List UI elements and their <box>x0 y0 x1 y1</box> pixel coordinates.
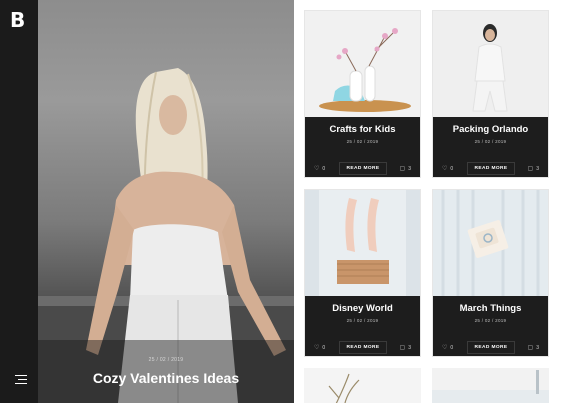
comment-icon: ▢ <box>399 166 406 172</box>
post-date: 25 / 02 / 2019 <box>474 318 507 323</box>
heart-icon: ♡ <box>442 166 448 172</box>
post-thumbnail <box>328 373 360 403</box>
comments-value: 3 <box>408 345 411 351</box>
post-title[interactable]: Packing Orlando <box>433 124 548 135</box>
featured-post[interactable]: 25 / 02 / 2019 Cozy Valentines Ideas <box>38 0 294 403</box>
heart-icon: ♡ <box>314 345 320 351</box>
comment-icon: ▢ <box>527 345 534 351</box>
post-title[interactable]: Crafts for Kids <box>305 124 420 135</box>
post-thumbnail <box>305 11 420 117</box>
likes-count[interactable]: ♡ 0 <box>314 345 325 351</box>
post-card-partial[interactable] <box>432 368 549 403</box>
post-title[interactable]: March Things <box>433 303 548 314</box>
post-thumbnail <box>432 370 549 403</box>
post-date: 25 / 02 / 2019 <box>474 139 507 144</box>
sidebar: B <box>0 0 38 403</box>
site-logo[interactable]: B <box>10 9 25 31</box>
heart-icon: ♡ <box>442 345 448 351</box>
likes-count[interactable]: ♡ 0 <box>314 166 325 172</box>
featured-post-image <box>38 68 294 403</box>
comments-count[interactable]: ▢ 3 <box>400 345 411 351</box>
post-card[interactable]: March Things 25 / 02 / 2019 ♡ 0 READ MORE… <box>432 189 549 357</box>
post-title[interactable]: Disney World <box>305 303 420 314</box>
featured-post-title[interactable]: Cozy Valentines Ideas <box>38 370 294 386</box>
likes-count[interactable]: ♡ 0 <box>442 166 453 172</box>
featured-post-date: 25 / 02 / 2019 <box>148 357 184 363</box>
comments-count[interactable]: ▢ 3 <box>400 166 411 172</box>
post-card[interactable]: Disney World 25 / 02 / 2019 ♡ 0 READ MORE… <box>304 189 421 357</box>
comments-value: 3 <box>408 166 411 172</box>
likes-value: 0 <box>450 345 454 351</box>
post-thumbnail <box>305 190 420 296</box>
read-more-button[interactable]: READ MORE <box>467 162 515 175</box>
post-thumbnail <box>433 190 548 296</box>
comments-count[interactable]: ▢ 3 <box>528 166 539 172</box>
read-more-button[interactable]: READ MORE <box>339 162 387 175</box>
likes-count[interactable]: ♡ 0 <box>442 345 453 351</box>
likes-value: 0 <box>450 166 454 172</box>
heart-icon: ♡ <box>314 166 320 172</box>
likes-value: 0 <box>322 345 326 351</box>
comment-icon: ▢ <box>399 345 406 351</box>
hamburger-menu-icon[interactable] <box>15 375 27 384</box>
read-more-button[interactable]: READ MORE <box>339 341 387 354</box>
post-date: 25 / 02 / 2019 <box>346 318 379 323</box>
post-card[interactable]: Packing Orlando 25 / 02 / 2019 ♡ 0 READ M… <box>432 10 549 178</box>
comment-icon: ▢ <box>527 166 534 172</box>
read-more-button[interactable]: READ MORE <box>467 341 515 354</box>
comments-count[interactable]: ▢ 3 <box>528 345 539 351</box>
post-thumbnail <box>433 11 548 117</box>
likes-value: 0 <box>322 166 326 172</box>
comments-value: 3 <box>536 166 539 172</box>
post-date: 25 / 02 / 2019 <box>346 139 379 144</box>
comments-value: 3 <box>536 345 539 351</box>
post-card[interactable]: Crafts for Kids 25 / 02 / 2019 ♡ 0 READ M… <box>304 10 421 178</box>
post-card-partial[interactable] <box>304 368 421 403</box>
